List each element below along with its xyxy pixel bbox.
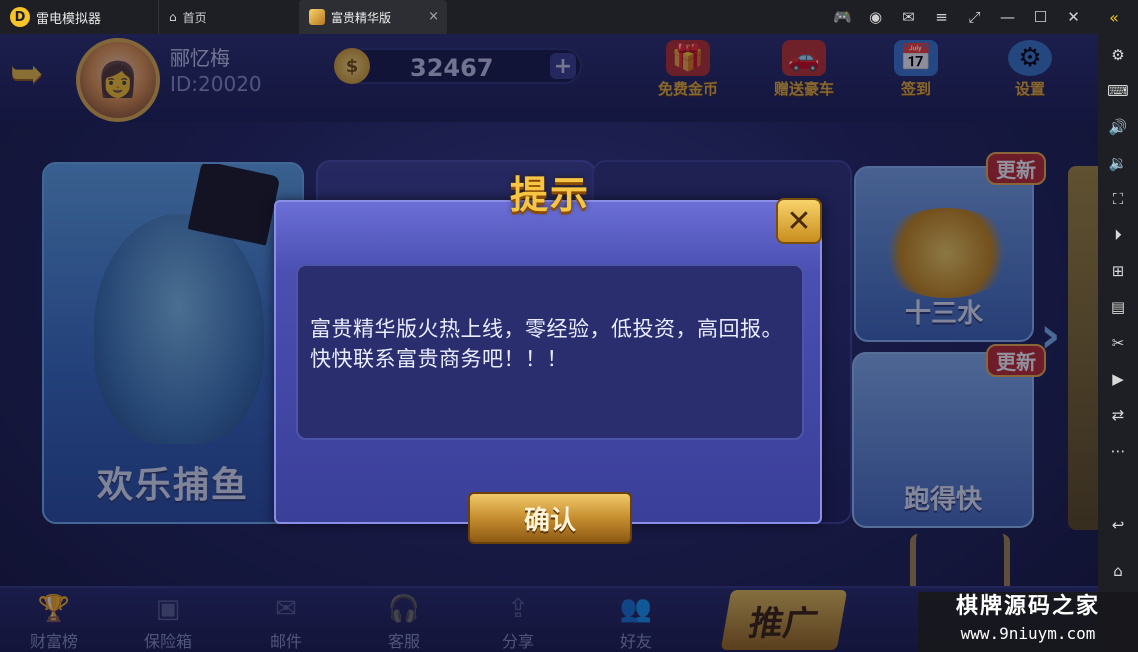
close-icon[interactable]: ✕ xyxy=(776,198,822,244)
volume-up-icon[interactable]: 🔊 xyxy=(1098,112,1138,142)
game-viewport: ➥ 👩 郦忆梅 ID:20020 $ 32467 + 🎁 免费金币 🚗 赠送豪车… xyxy=(0,34,1098,652)
scissors-icon[interactable]: ✂ xyxy=(1098,328,1138,358)
confirm-button[interactable]: 确认 xyxy=(468,492,632,544)
window-controls: 🎮 ◉ ✉ ≡ ⤢ — ☐ ✕ « xyxy=(826,0,1138,34)
sync-icon[interactable]: ⇄ xyxy=(1098,400,1138,430)
home-icon: ⌂ xyxy=(169,10,177,24)
notice-dialog: 提示 ✕ 富贵精华版火热上线，零经验，低投资，高回报。快快联系富贵商务吧！！！ … xyxy=(274,173,822,544)
dialog-title: 提示 xyxy=(509,173,590,217)
maximize-icon[interactable]: ☐ xyxy=(1024,0,1057,34)
more-icon[interactable]: ⋯ xyxy=(1098,436,1138,466)
menu-icon[interactable]: ≡ xyxy=(925,0,958,34)
android-home-icon[interactable]: ⌂ xyxy=(1098,556,1138,586)
game-thumbnail-icon xyxy=(309,9,325,25)
account-icon[interactable]: ◉ xyxy=(859,0,892,34)
volume-down-icon[interactable]: 🔉 xyxy=(1098,148,1138,178)
app-brand: D 雷电模拟器 xyxy=(0,0,158,34)
site-watermark: 棋牌源码之家 www.9niuym.com xyxy=(918,592,1138,652)
watermark-url: www.9niuym.com xyxy=(960,624,1096,643)
settings-gear-icon[interactable]: ⚙ xyxy=(1098,40,1138,70)
tab-home-label: 首页 xyxy=(182,10,207,25)
video-icon[interactable]: ▶ xyxy=(1098,364,1138,394)
dialog-body: 富贵精华版火热上线，零经验，低投资，高回报。快快联系富贵商务吧！！！ xyxy=(296,264,804,440)
minimize-icon[interactable]: — xyxy=(991,0,1024,34)
ldplayer-logo-icon: D xyxy=(10,7,30,27)
restore-window-icon[interactable]: ⤢ xyxy=(958,0,991,34)
record-icon[interactable]: ⏵ xyxy=(1098,220,1138,250)
multi-instance-icon[interactable]: ⊞ xyxy=(1098,256,1138,286)
keyboard-icon[interactable]: ⌨ xyxy=(1098,76,1138,106)
tab-close-icon[interactable]: × xyxy=(428,9,439,24)
app-name: 雷电模拟器 xyxy=(36,11,102,27)
watermark-title: 棋牌源码之家 xyxy=(955,594,1100,619)
tab-home[interactable]: ⌂ 首页 xyxy=(158,0,298,34)
mail-icon[interactable]: ✉ xyxy=(892,0,925,34)
tab-game-label: 富贵精华版 xyxy=(331,10,392,25)
fullscreen-icon[interactable]: ⛶ xyxy=(1098,184,1138,214)
tab-game[interactable]: 富贵精华版 × xyxy=(299,0,447,34)
dialog-message: 富贵精华版火热上线，零经验，低投资，高回报。快快联系富贵商务吧！！！ xyxy=(310,317,783,371)
close-window-icon[interactable]: ✕ xyxy=(1057,0,1090,34)
emulator-titlebar: D 雷电模拟器 ⌂ 首页 富贵精华版 × 🎮 ◉ ✉ ≡ ⤢ — ☐ ✕ « xyxy=(0,0,1138,34)
emulator-sidebar: ⚙ ⌨ 🔊 🔉 ⛶ ⏵ ⊞ ▤ ✂ ▶ ⇄ ⋯ ↩ ⌂ xyxy=(1098,34,1138,652)
collapse-sidebar-icon[interactable]: « xyxy=(1090,0,1138,34)
gamepad-icon[interactable]: 🎮 xyxy=(826,0,859,34)
apk-install-icon[interactable]: ▤ xyxy=(1098,292,1138,322)
android-back-icon[interactable]: ↩ xyxy=(1098,510,1138,540)
